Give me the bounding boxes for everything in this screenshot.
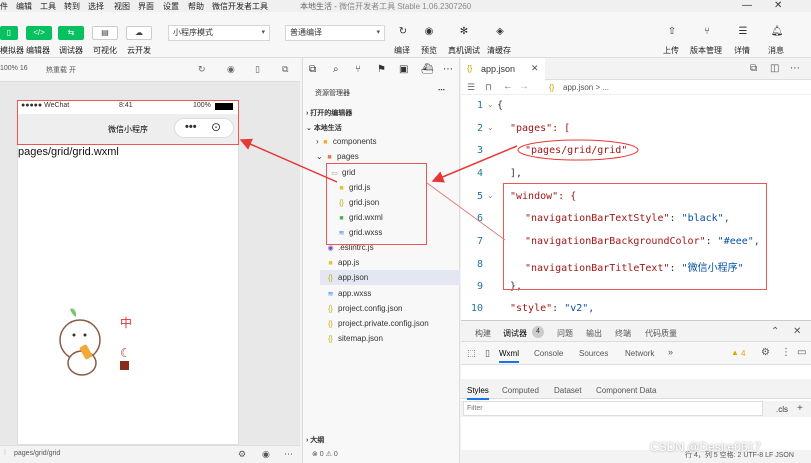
tab-build[interactable]: 构建 [475, 328, 491, 339]
device-icon[interactable]: ▯ [485, 348, 490, 359]
add-rule-icon[interactable]: + [797, 403, 803, 414]
tab-output[interactable]: 输出 [586, 328, 602, 339]
tab-terminal[interactable]: 终端 [615, 328, 631, 339]
watermark-text: CSDN @Desire0617 [650, 440, 761, 454]
inspect-element-icon[interactable]: ⬚ [467, 348, 476, 359]
gear-icon[interactable]: ⚙ [761, 347, 770, 358]
tab-component-data[interactable]: Component Data [596, 386, 656, 395]
tab-sources[interactable]: Sources [579, 349, 608, 358]
tab-dataset[interactable]: Dataset [554, 386, 582, 395]
more-icon[interactable]: ⋮ [781, 347, 791, 358]
highlight-ellipse [517, 139, 639, 161]
tab-problems[interactable]: 问题 [557, 328, 573, 339]
tab-computed[interactable]: Computed [502, 386, 539, 395]
more-tabs-icon[interactable]: » [668, 347, 673, 357]
connector-line [426, 182, 506, 241]
tab-code-quality[interactable]: 代码质量 [645, 328, 677, 339]
tab-network[interactable]: Network [625, 349, 654, 358]
cls-toggle[interactable]: .cls [776, 405, 788, 414]
dock-icon[interactable]: ▭ [797, 347, 806, 358]
warning-count[interactable]: 4 [741, 349, 745, 358]
tab-styles[interactable]: Styles [467, 386, 489, 400]
collapse-icon[interactable]: ⌃ [771, 326, 779, 337]
tab-console[interactable]: Console [534, 349, 563, 358]
arrow-to-grid-folder [431, 145, 518, 183]
arrow-to-navbar [239, 138, 338, 183]
tab-wxml[interactable]: Wxml [499, 349, 519, 363]
tab-debugger[interactable]: 调试器 [503, 328, 527, 339]
debugger-badge: 4 [532, 326, 544, 338]
warning-icon: ▲ [731, 348, 739, 357]
close-panel-icon[interactable]: ✕ [793, 326, 801, 337]
styles-filter-input[interactable] [463, 401, 763, 416]
